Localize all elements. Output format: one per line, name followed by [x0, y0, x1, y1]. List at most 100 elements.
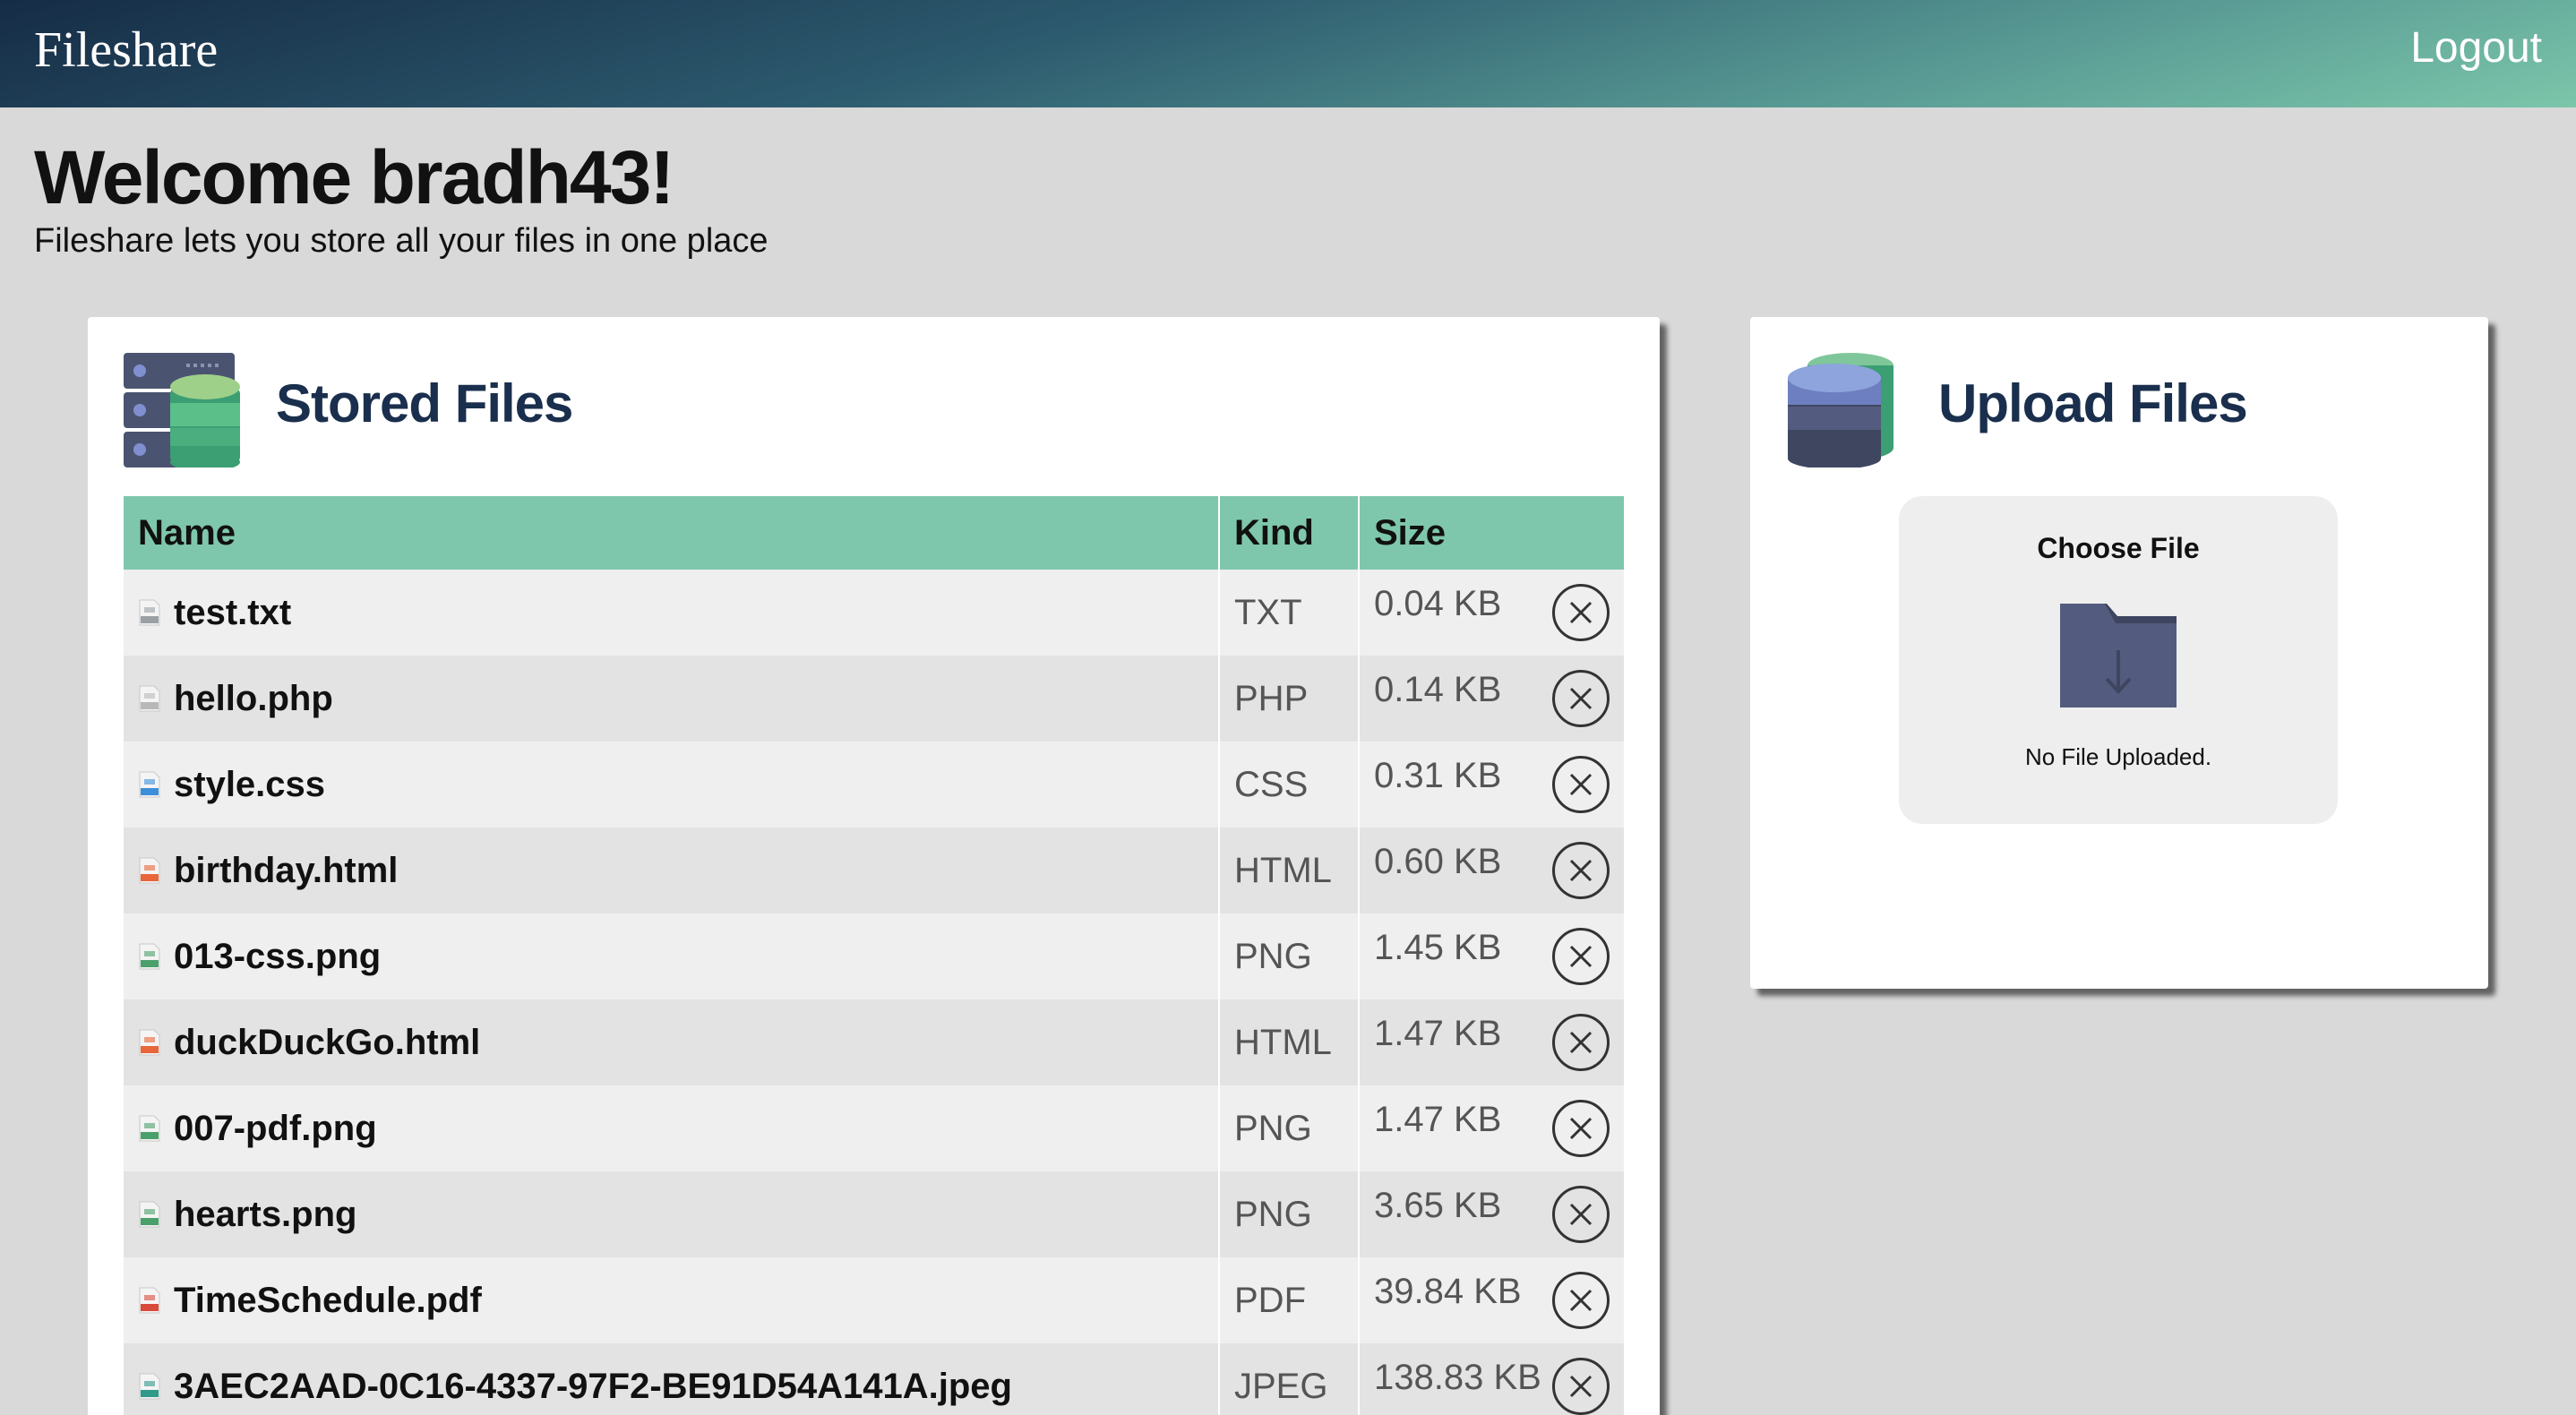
- file-name-cell[interactable]: 3AEC2AAD-0C16-4337-97F2-BE91D54A141A.jpe…: [124, 1343, 1219, 1415]
- close-icon: [1569, 773, 1593, 796]
- file-size: 0.31 KB: [1374, 755, 1502, 795]
- file-kind: HTML: [1218, 828, 1359, 913]
- file-kind: PDF: [1218, 1257, 1359, 1343]
- delete-file-button[interactable]: [1552, 584, 1610, 641]
- table-row[interactable]: TimeSchedule.pdf PDF 39.84 KB: [124, 1257, 1624, 1343]
- file-size-cell: 39.84 KB: [1358, 1257, 1624, 1343]
- file-size-cell: 0.14 KB: [1358, 656, 1624, 742]
- close-icon: [1569, 1289, 1593, 1312]
- delete-file-button[interactable]: [1552, 842, 1610, 899]
- column-header-name[interactable]: Name: [124, 496, 1219, 570]
- close-icon: [1569, 945, 1593, 968]
- file-size: 1.47 KB: [1374, 1099, 1502, 1139]
- file-kind: PNG: [1218, 913, 1359, 999]
- php-file-icon: [139, 685, 160, 712]
- files-table: Name Kind Size test.txt TXT 0.04 KB hello.p…: [124, 496, 1624, 1415]
- table-row[interactable]: 3AEC2AAD-0C16-4337-97F2-BE91D54A141A.jpe…: [124, 1343, 1624, 1415]
- upload-files-title: Upload Files: [1938, 373, 2248, 433]
- delete-file-button[interactable]: [1552, 1014, 1610, 1071]
- file-name-cell[interactable]: birthday.html: [124, 828, 1219, 913]
- table-row[interactable]: 013-css.png PNG 1.45 KB: [124, 913, 1624, 999]
- file-size: 0.60 KB: [1374, 841, 1502, 881]
- close-icon: [1569, 1203, 1593, 1226]
- jpeg-file-icon: [139, 1373, 160, 1400]
- close-icon: [1569, 687, 1593, 710]
- file-name-cell[interactable]: hearts.png: [124, 1171, 1219, 1257]
- stored-files-title: Stored Files: [276, 373, 573, 433]
- close-icon: [1569, 601, 1593, 624]
- file-size-cell: 1.45 KB: [1358, 913, 1624, 999]
- file-kind: TXT: [1218, 570, 1359, 656]
- close-icon: [1569, 1031, 1593, 1054]
- table-row[interactable]: hearts.png PNG 3.65 KB: [124, 1171, 1624, 1257]
- server-database-icon: [124, 353, 240, 467]
- delete-file-button[interactable]: [1552, 1100, 1610, 1157]
- file-name[interactable]: 3AEC2AAD-0C16-4337-97F2-BE91D54A141A.jpe…: [174, 1367, 1012, 1406]
- file-name[interactable]: birthday.html: [174, 851, 398, 890]
- file-name[interactable]: hearts.png: [174, 1195, 356, 1234]
- file-name[interactable]: 007-pdf.png: [174, 1109, 377, 1148]
- table-row[interactable]: test.txt TXT 0.04 KB: [124, 570, 1624, 656]
- column-header-kind[interactable]: Kind: [1218, 496, 1359, 570]
- logout-button[interactable]: Logout: [2410, 23, 2542, 73]
- file-size: 0.04 KB: [1374, 583, 1502, 623]
- top-nav-bar: Fileshare Logout: [0, 0, 2576, 107]
- delete-file-button[interactable]: [1552, 1186, 1610, 1243]
- file-name-cell[interactable]: style.css: [124, 742, 1219, 828]
- file-name[interactable]: duckDuckGo.html: [174, 1023, 480, 1062]
- file-name[interactable]: style.css: [174, 765, 325, 804]
- file-size: 1.47 KB: [1374, 1013, 1502, 1053]
- delete-file-button[interactable]: [1552, 928, 1610, 985]
- file-name-cell[interactable]: TimeSchedule.pdf: [124, 1257, 1219, 1343]
- upload-status-text: No File Uploaded.: [2024, 743, 2212, 770]
- folder-download-icon: [2060, 604, 2177, 708]
- file-name-cell[interactable]: test.txt: [124, 570, 1219, 656]
- table-row[interactable]: 007-pdf.png PNG 1.47 KB: [124, 1085, 1624, 1171]
- file-size-cell: 0.04 KB: [1358, 570, 1624, 656]
- file-name[interactable]: hello.php: [174, 679, 333, 718]
- file-size-cell: 0.60 KB: [1358, 828, 1624, 913]
- png-file-icon: [139, 1115, 160, 1142]
- column-header-size[interactable]: Size: [1358, 496, 1624, 570]
- close-icon: [1569, 1375, 1593, 1398]
- txt-file-icon: [139, 599, 160, 626]
- table-row[interactable]: birthday.html HTML 0.60 KB: [124, 828, 1624, 913]
- table-row[interactable]: style.css CSS 0.31 KB: [124, 742, 1624, 828]
- file-kind: HTML: [1218, 999, 1359, 1085]
- stored-files-card: Stored Files Name Kind Size test.txt TXT 0…: [88, 317, 1660, 1415]
- file-size-cell: 1.47 KB: [1358, 1085, 1624, 1171]
- delete-file-button[interactable]: [1552, 756, 1610, 813]
- file-name[interactable]: TimeSchedule.pdf: [174, 1281, 482, 1320]
- file-kind: PNG: [1218, 1085, 1359, 1171]
- file-name-cell[interactable]: 007-pdf.png: [124, 1085, 1219, 1171]
- file-kind: PHP: [1218, 656, 1359, 742]
- file-size: 39.84 KB: [1374, 1271, 1522, 1311]
- file-name[interactable]: 013-css.png: [174, 937, 381, 976]
- delete-file-button[interactable]: [1552, 670, 1610, 727]
- table-row[interactable]: duckDuckGo.html HTML 1.47 KB: [124, 999, 1624, 1085]
- file-size-cell: 1.47 KB: [1358, 999, 1624, 1085]
- png-file-icon: [139, 1201, 160, 1228]
- delete-file-button[interactable]: [1552, 1358, 1610, 1415]
- brand-logo[interactable]: Fileshare: [34, 21, 218, 79]
- delete-file-button[interactable]: [1552, 1272, 1610, 1329]
- file-name-cell[interactable]: 013-css.png: [124, 913, 1219, 999]
- file-name[interactable]: test.txt: [174, 593, 291, 632]
- table-row[interactable]: hello.php PHP 0.14 KB: [124, 656, 1624, 742]
- table-header-row: Name Kind Size: [124, 496, 1624, 570]
- choose-file-button[interactable]: Choose File: [1899, 532, 2338, 565]
- pdf-file-icon: [139, 1287, 160, 1314]
- file-name-cell[interactable]: hello.php: [124, 656, 1219, 742]
- database-stack-icon: [1788, 353, 1893, 467]
- file-size: 3.65 KB: [1374, 1185, 1502, 1225]
- html-file-icon: [139, 1029, 160, 1056]
- file-size: 0.14 KB: [1374, 669, 1502, 709]
- file-kind: CSS: [1218, 742, 1359, 828]
- file-name-cell[interactable]: duckDuckGo.html: [124, 999, 1219, 1085]
- close-icon: [1569, 1117, 1593, 1140]
- file-size-cell: 3.65 KB: [1358, 1171, 1624, 1257]
- file-size: 138.83 KB: [1374, 1357, 1541, 1397]
- file-drop-zone[interactable]: Choose File No File Uploaded.: [1899, 496, 2338, 824]
- close-icon: [1569, 859, 1593, 882]
- upload-files-card: Upload Files Choose File No File Uploade…: [1750, 317, 2488, 989]
